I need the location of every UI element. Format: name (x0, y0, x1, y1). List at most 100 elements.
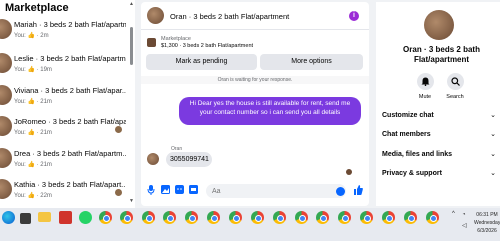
conversation-name: Leslie · 3 beds 2 bath Flat/apartment (14, 54, 126, 63)
sender-avatar (147, 153, 159, 165)
list-scrollbar[interactable]: ▲ ▼ (129, 2, 134, 204)
microphone-icon[interactable] (146, 185, 156, 197)
conversation-name: Kathia · 3 beds 2 bath Flat/apart... (14, 180, 126, 189)
windows-start-icon[interactable] (2, 211, 15, 224)
details-panel: Oran · 3 beds 2 bath Flat/apartment Mute… (376, 2, 500, 206)
conversation-meta: You: 👍 · 21m (14, 130, 52, 136)
avatar (0, 116, 12, 136)
section-label: Media, files and links (382, 151, 453, 158)
conversation-item[interactable]: JoRomeo · 3 beds 2 bath Flat/apar... You… (0, 114, 128, 148)
gif-icon[interactable] (188, 185, 198, 197)
avatar (0, 148, 12, 168)
outgoing-message: Hi Dear yes the house is still available… (179, 97, 361, 125)
chrome-icon[interactable] (338, 211, 351, 224)
listing-price[interactable]: $1,300 · 3 beds 2 bath Flat/apartment (161, 43, 253, 49)
chrome-icon[interactable] (120, 211, 133, 224)
listing-source: Marketplace (161, 36, 191, 42)
chrome-icon[interactable] (273, 211, 286, 224)
chevron-up-icon[interactable]: ^ (452, 211, 455, 217)
chrome-icon[interactable] (295, 211, 308, 224)
message-input[interactable] (206, 184, 346, 198)
conversation-meta: You: 👍 · 19m (14, 67, 52, 73)
profile-name: Oran · 3 beds 2 bath Flat/apartment (403, 45, 480, 64)
chrome-icon[interactable] (207, 211, 220, 224)
listing-thumbnail[interactable] (147, 38, 156, 47)
conversation-list-panel: Marketplace Mariah · 3 beds 2 bath Flat/… (0, 0, 135, 208)
chrome-icon[interactable] (316, 211, 329, 224)
section-privacy-support[interactable]: Privacy & support ⌄ (382, 168, 500, 180)
sticker-icon[interactable] (174, 185, 184, 197)
volume-icon[interactable]: ◁ (462, 222, 467, 229)
conversation-meta: You: 👍 · 22m (14, 193, 52, 199)
chrome-icon[interactable] (185, 211, 198, 224)
conversation-meta: You: 👍 · 2m (14, 33, 49, 39)
mute-label: Mute (418, 94, 432, 100)
chrome-icon[interactable] (426, 211, 439, 224)
conversation-name: JoRomeo · 3 beds 2 bath Flat/apar... (14, 117, 126, 126)
wifi-icon[interactable]: ◔ (462, 212, 466, 218)
section-chat-members[interactable]: Chat members ⌄ (382, 129, 500, 141)
seen-avatar (115, 189, 122, 196)
section-media-files-links[interactable]: Media, files and links ⌄ (382, 149, 500, 161)
app-icon[interactable] (59, 211, 72, 224)
chrome-icon[interactable] (99, 211, 112, 224)
emoji-icon[interactable] (336, 187, 345, 196)
conversation-item[interactable]: Drea · 3 beds 2 bath Flat/apartm... You:… (0, 146, 128, 180)
mark-as-pending-button[interactable]: Mark as pending (146, 54, 257, 70)
conversation-item[interactable]: Viviana · 3 beds 2 bath Flat/apar... You… (0, 83, 128, 117)
conversation-name: Viviana · 3 beds 2 bath Flat/apar... (14, 86, 126, 95)
clock-date: 6/3/2026 (477, 228, 497, 234)
avatar (0, 85, 12, 105)
bell-icon (416, 73, 434, 90)
info-icon[interactable]: i (349, 11, 359, 21)
taskbar-search-icon[interactable] (20, 213, 31, 224)
like-icon[interactable] (353, 185, 363, 197)
chat-title[interactable]: Oran · 3 beds 2 bath Flat/apartment (170, 12, 289, 21)
chat-panel: Oran · 3 beds 2 bath Flat/apartment i Ma… (141, 2, 369, 206)
chrome-icon[interactable] (360, 211, 373, 224)
avatar (0, 179, 12, 199)
section-label: Chat members (382, 131, 431, 138)
conversation-name: Mariah · 3 beds 2 bath Flat/apartment (14, 20, 126, 29)
conversation-item[interactable]: Mariah · 3 beds 2 bath Flat/apartment Yo… (0, 17, 128, 51)
chrome-icon[interactable] (382, 211, 395, 224)
conversation-item[interactable]: Leslie · 3 beds 2 bath Flat/apartment Yo… (0, 51, 128, 85)
seen-avatar (115, 126, 122, 133)
chrome-icon[interactable] (142, 211, 155, 224)
clock-time: 06:31 PM (476, 212, 498, 218)
whatsapp-icon[interactable] (79, 211, 92, 224)
scroll-down-icon[interactable]: ▼ (129, 199, 134, 204)
seen-avatar (346, 169, 352, 175)
chrome-icon[interactable] (163, 211, 176, 224)
chat-header: Oran · 3 beds 2 bath Flat/apartment i (141, 2, 369, 30)
message-composer (141, 180, 369, 204)
more-options-button[interactable]: More options (260, 54, 363, 70)
image-icon[interactable] (160, 185, 170, 197)
system-clock[interactable]: 06:31 PM Wednesday 6/3/2026 (474, 211, 500, 235)
mute-button[interactable]: Mute (410, 73, 440, 103)
section-label: Customize chat (382, 112, 434, 119)
profile-avatar[interactable] (424, 10, 454, 40)
scrollbar-thumb[interactable] (130, 27, 133, 65)
chrome-icon[interactable] (229, 211, 242, 224)
scroll-up-icon[interactable]: ▲ (129, 2, 134, 7)
chevron-down-icon: ⌄ (490, 112, 496, 119)
avatar (0, 53, 12, 73)
conversation-item[interactable]: Kathia · 3 beds 2 bath Flat/apart... You… (0, 177, 128, 208)
waiting-banner: Oran is waiting for your response. (141, 76, 369, 84)
chrome-icon[interactable] (251, 211, 264, 224)
incoming-message: 3055099741 (166, 152, 212, 167)
search-icon (446, 73, 464, 90)
taskbar: ^ ◔ ◁ (0, 208, 500, 241)
chrome-icon[interactable] (404, 211, 417, 224)
chevron-down-icon: ⌄ (490, 131, 496, 138)
chevron-down-icon: ⌄ (490, 151, 496, 158)
avatar[interactable] (147, 7, 164, 24)
section-customize-chat[interactable]: Customize chat ⌄ (382, 110, 500, 122)
chevron-down-icon: ⌄ (490, 170, 496, 177)
panel-title: Marketplace (5, 2, 69, 14)
file-explorer-icon[interactable] (38, 212, 51, 222)
clock-day: Wednesday (474, 220, 500, 226)
conversation-meta: You: 👍 · 21m (14, 99, 52, 105)
search-button[interactable]: Search (440, 73, 470, 103)
